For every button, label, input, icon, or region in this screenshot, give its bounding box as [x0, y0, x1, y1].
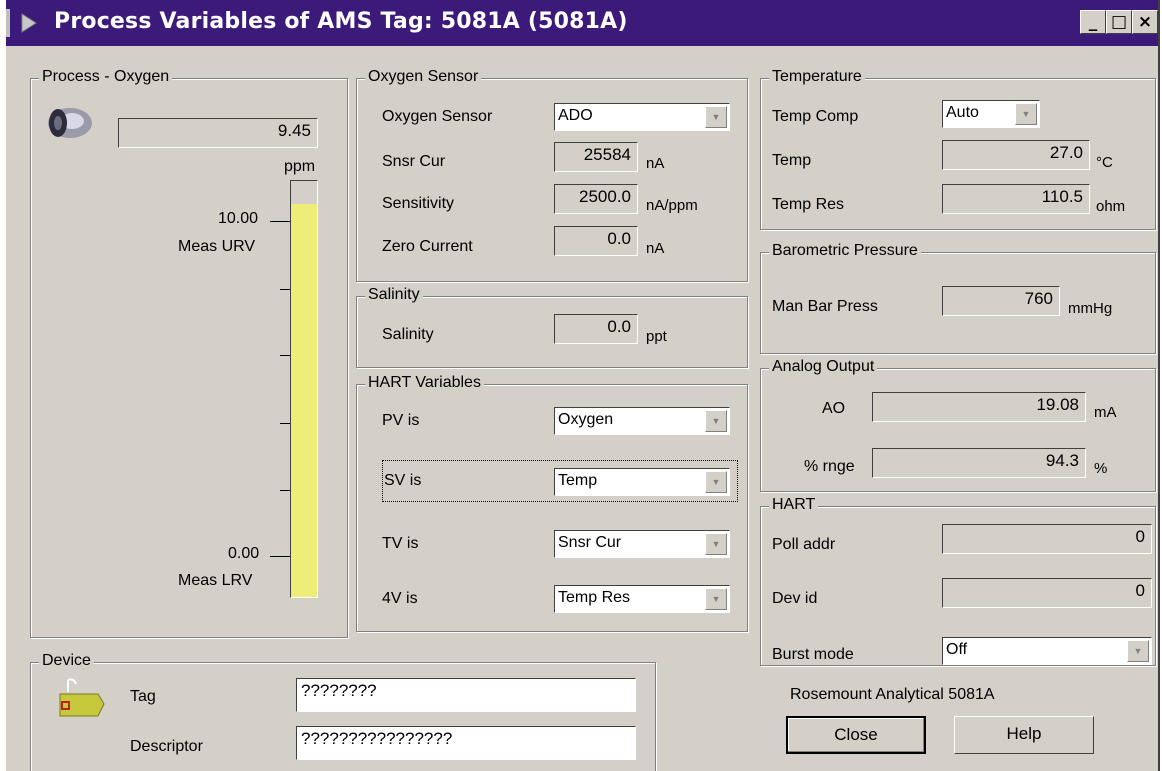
qv-selected: Temp Res	[558, 589, 631, 606]
chevron-down-icon[interactable]: ▼	[705, 410, 727, 432]
man-bar-press-unit: mmHg	[1068, 300, 1113, 317]
level-bar-fill	[291, 203, 317, 597]
tick-lrv	[270, 556, 290, 557]
process-unit-label: ppm	[284, 158, 316, 175]
temperature-group-label: Temperature	[769, 68, 865, 86]
barometric-group-label: Barometric Pressure	[769, 242, 921, 260]
close-button[interactable]: Close	[786, 716, 926, 754]
urv-label: Meas URV	[178, 238, 256, 255]
man-bar-press-label: Man Bar Press	[772, 298, 878, 315]
qv-select[interactable]: Temp Res ▼	[554, 585, 730, 613]
tick	[280, 490, 290, 491]
range-label: % rnge	[804, 458, 855, 475]
ao-unit: mA	[1094, 404, 1117, 421]
range-value: 94.3	[872, 448, 1086, 478]
help-button[interactable]: Help	[954, 716, 1094, 754]
chevron-down-icon[interactable]: ▼	[705, 588, 727, 610]
tv-select[interactable]: Snsr Cur ▼	[554, 530, 730, 558]
window-title: Process Variables of AMS Tag: 5081A (508…	[54, 9, 628, 34]
snsr-cur-unit: nA	[646, 155, 665, 172]
dev-id-value: 0	[942, 578, 1152, 608]
ao-value: 19.08	[872, 392, 1086, 422]
chevron-down-icon[interactable]: ▼	[1015, 103, 1037, 125]
sv-select[interactable]: Temp ▼	[554, 468, 730, 496]
tag-label: Tag	[130, 688, 156, 705]
oxygen-sensor-selected: ADO	[558, 107, 593, 124]
temp-res-value: 110.5	[942, 184, 1090, 214]
burst-mode-select[interactable]: Off ▼	[942, 637, 1152, 665]
close-window-button[interactable]: ×	[1132, 10, 1158, 34]
tag-input[interactable]: ????????	[296, 678, 636, 712]
lrv-label: Meas LRV	[178, 572, 253, 589]
zero-current-value: 0.0	[554, 226, 638, 256]
temp-label: Temp	[772, 152, 812, 169]
lrv-value: 0.00	[228, 545, 260, 562]
tv-label: TV is	[382, 535, 419, 552]
pv-selected: Oxygen	[558, 411, 614, 428]
analog-output-group-label: Analog Output	[769, 358, 878, 376]
qv-label: 4V is	[382, 590, 418, 607]
temp-value: 27.0	[942, 140, 1090, 170]
sensor-probe-icon	[48, 108, 92, 138]
chevron-down-icon[interactable]: ▼	[705, 533, 727, 555]
maximize-button[interactable]: □	[1106, 10, 1132, 34]
sensitivity-unit: nA/ppm	[646, 197, 698, 214]
ao-label: AO	[822, 400, 846, 417]
salinity-label: Salinity	[382, 326, 434, 343]
tick-urv	[270, 221, 290, 222]
tick	[280, 289, 290, 290]
sv-label: SV is	[384, 472, 422, 489]
chevron-down-icon[interactable]: ▼	[1127, 640, 1149, 662]
temp-comp-selected: Auto	[946, 104, 979, 121]
temp-unit: °C	[1096, 154, 1113, 171]
oxygen-sensor-group-label: Oxygen Sensor	[365, 68, 482, 86]
urv-value: 10.00	[218, 210, 259, 227]
temp-comp-label: Temp Comp	[772, 108, 859, 125]
man-bar-press-value: 760	[942, 286, 1060, 316]
snsr-cur-label: Snsr Cur	[382, 153, 446, 170]
oxygen-sensor-select[interactable]: ADO ▼	[554, 103, 730, 131]
hart-variables-group-label: HART Variables	[365, 374, 484, 392]
salinity-unit: ppt	[646, 328, 667, 345]
tag-icon	[59, 678, 105, 717]
tick	[280, 423, 290, 424]
sv-selected: Temp	[558, 472, 598, 489]
chevron-down-icon[interactable]: ▼	[705, 106, 727, 128]
burst-mode-label: Burst mode	[772, 646, 854, 663]
process-value-display: 9.45	[118, 118, 318, 148]
zero-current-unit: nA	[646, 240, 665, 257]
level-bar	[290, 180, 318, 598]
title-bar[interactable]: Process Variables of AMS Tag: 5081A (508…	[6, 0, 1158, 46]
pv-select[interactable]: Oxygen ▼	[554, 407, 730, 435]
temp-res-unit: ohm	[1096, 198, 1126, 215]
minimize-button[interactable]: _	[1080, 10, 1106, 34]
pv-label: PV is	[382, 412, 420, 429]
dev-id-label: Dev id	[772, 590, 818, 607]
device-group-label: Device	[39, 652, 94, 670]
burst-mode-selected: Off	[946, 641, 968, 658]
sensitivity-value: 2500.0	[554, 184, 638, 214]
poll-addr-label: Poll addr	[772, 536, 836, 553]
temp-comp-select[interactable]: Auto ▼	[942, 100, 1040, 128]
process-oxygen-label: Process - Oxygen	[39, 68, 173, 86]
salinity-group-label: Salinity	[365, 286, 423, 304]
salinity-value: 0.0	[554, 314, 638, 344]
chevron-down-icon[interactable]: ▼	[705, 471, 727, 493]
descriptor-label: Descriptor	[130, 738, 203, 755]
device-model-label: Rosemount Analytical 5081A	[790, 686, 995, 703]
sensitivity-label: Sensitivity	[382, 195, 455, 212]
zero-current-label: Zero Current	[382, 238, 473, 255]
oxygen-sensor-label: Oxygen Sensor	[382, 108, 493, 125]
tick	[280, 355, 290, 356]
temp-res-label: Temp Res	[772, 196, 845, 213]
title-bar-edge	[6, 9, 10, 37]
snsr-cur-value: 25584	[554, 142, 638, 172]
poll-addr-value: 0	[942, 524, 1152, 554]
tv-selected: Snsr Cur	[558, 534, 622, 551]
dialog-window: Process Variables of AMS Tag: 5081A (508…	[4, 0, 1160, 771]
range-unit: %	[1094, 460, 1108, 477]
descriptor-input[interactable]: ????????????????	[296, 726, 636, 760]
hart-group-label: HART	[769, 496, 819, 514]
app-icon	[21, 13, 37, 33]
